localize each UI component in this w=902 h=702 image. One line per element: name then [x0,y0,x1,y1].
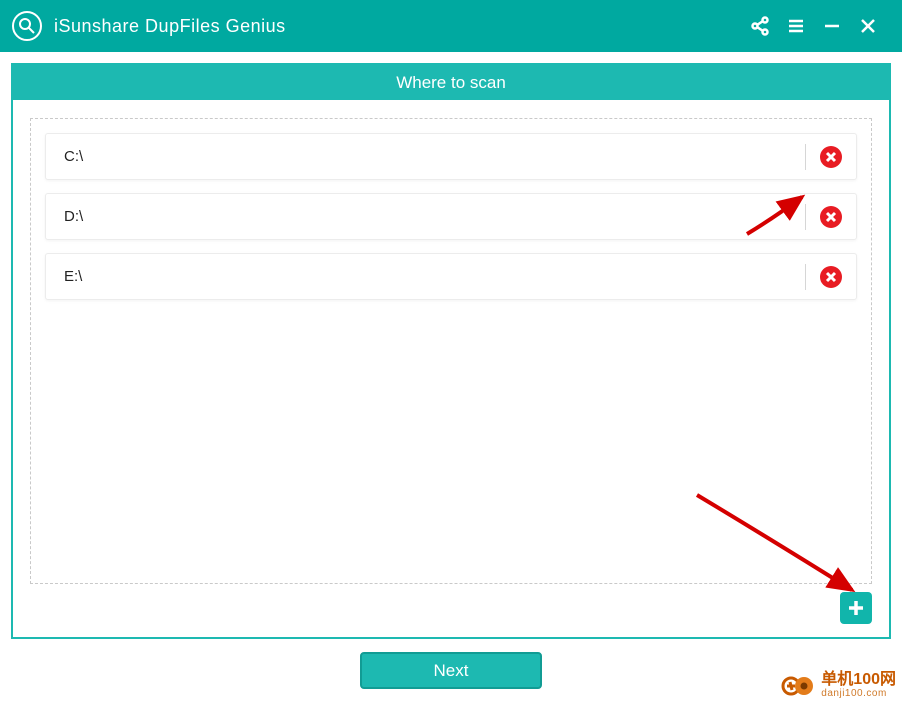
app-title: iSunshare DupFiles Genius [54,16,286,37]
titlebar: iSunshare DupFiles Genius [0,0,902,52]
path-text: D:\ [64,208,797,225]
divider [805,204,806,230]
path-text: E:\ [64,268,797,285]
menu-button[interactable] [778,8,814,44]
path-row: E:\ [45,253,857,300]
app-logo [12,11,42,41]
minimize-button[interactable] [814,8,850,44]
panel-header: Where to scan [13,65,889,100]
path-text: C:\ [64,148,797,165]
path-list-area: C:\ D:\ E:\ [30,118,872,584]
divider [805,144,806,170]
remove-path-button[interactable] [820,146,842,168]
remove-path-button[interactable] [820,266,842,288]
footer: Next [0,639,902,702]
scan-panel: Where to scan C:\ D:\ E:\ [11,63,891,639]
next-button[interactable]: Next [360,652,542,689]
share-button[interactable] [742,8,778,44]
remove-path-button[interactable] [820,206,842,228]
close-button[interactable] [850,8,886,44]
path-row: D:\ [45,193,857,240]
divider [805,264,806,290]
path-row: C:\ [45,133,857,180]
add-path-button[interactable] [840,592,872,624]
